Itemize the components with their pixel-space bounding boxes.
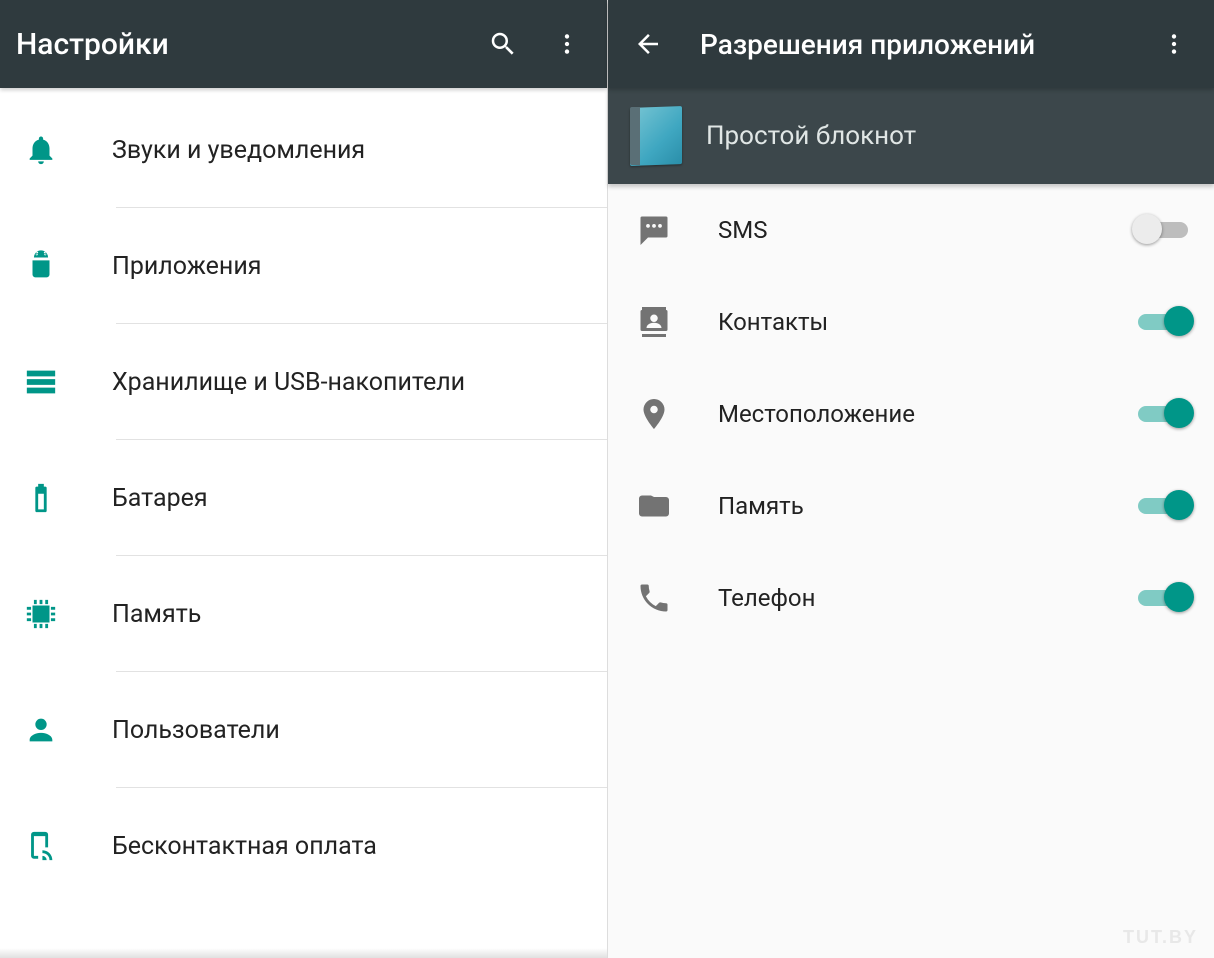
permission-label: Телефон: [690, 584, 1134, 612]
location-icon: [636, 396, 672, 432]
user-icon: [24, 713, 58, 747]
permission-label: Местоположение: [690, 400, 1134, 428]
settings-item-label: Хранилище и USB-накопители: [80, 368, 587, 397]
permissions-list: SMS Контакты Местоположение Память Т: [608, 184, 1214, 958]
permission-item-location[interactable]: Местоположение: [608, 368, 1214, 460]
settings-appbar: Настройки: [0, 0, 607, 88]
permission-item-phone[interactable]: Телефон: [608, 552, 1214, 644]
settings-item-label: Приложения: [80, 252, 587, 281]
permission-label: SMS: [690, 216, 1134, 244]
battery-icon: [24, 481, 58, 515]
settings-list: Звуки и уведомления Приложения Хранилище…: [0, 88, 607, 958]
permission-label: Память: [690, 492, 1134, 520]
settings-item-nfc[interactable]: Бесконтактная оплата: [0, 788, 607, 904]
permission-item-contacts[interactable]: Контакты: [608, 276, 1214, 368]
permission-toggle-sms[interactable]: [1134, 217, 1192, 243]
permission-toggle-phone[interactable]: [1134, 585, 1192, 611]
contacts-icon: [636, 304, 672, 340]
search-button[interactable]: [479, 20, 527, 68]
overflow-menu-button[interactable]: [543, 20, 591, 68]
permission-toggle-location[interactable]: [1134, 401, 1192, 427]
permission-label: Контакты: [690, 308, 1134, 336]
bell-icon: [24, 133, 58, 167]
permissions-title: Разрешения приложений: [696, 28, 1134, 61]
settings-item-sounds[interactable]: Звуки и уведомления: [0, 92, 607, 208]
settings-item-apps[interactable]: Приложения: [0, 208, 607, 324]
app-icon: [630, 107, 682, 165]
list-bottom-shadow: [0, 948, 607, 958]
memory-icon: [24, 597, 58, 631]
permissions-pane: Разрешения приложений Простой блокнот SM…: [607, 0, 1214, 958]
sms-icon: [636, 212, 672, 248]
settings-item-label: Бесконтактная оплата: [80, 832, 587, 861]
settings-item-memory[interactable]: Память: [0, 556, 607, 672]
settings-title: Настройки: [16, 27, 463, 62]
settings-item-label: Звуки и уведомления: [80, 136, 587, 165]
permissions-appbar: Разрешения приложений: [608, 0, 1214, 88]
permission-item-sms[interactable]: SMS: [608, 184, 1214, 276]
tap-and-play-icon: [24, 829, 58, 863]
settings-item-users[interactable]: Пользователи: [0, 672, 607, 788]
settings-item-label: Память: [80, 600, 587, 629]
settings-item-storage[interactable]: Хранилище и USB-накопители: [0, 324, 607, 440]
more-vert-icon: [1161, 31, 1187, 57]
permission-item-storage[interactable]: Память: [608, 460, 1214, 552]
permission-toggle-contacts[interactable]: [1134, 309, 1192, 335]
android-icon: [24, 249, 58, 283]
storage-icon: [24, 365, 58, 399]
arrow-back-icon: [633, 29, 663, 59]
settings-item-label: Пользователи: [80, 716, 587, 745]
settings-pane: Настройки Звуки и уведомления Приложения: [0, 0, 607, 958]
phone-icon: [636, 580, 672, 616]
folder-icon: [636, 488, 672, 524]
app-name: Простой блокнот: [706, 121, 916, 151]
app-header: Простой блокнот: [608, 88, 1214, 184]
settings-item-battery[interactable]: Батарея: [0, 440, 607, 556]
overflow-menu-button[interactable]: [1150, 20, 1198, 68]
settings-item-label: Батарея: [80, 484, 587, 513]
permission-toggle-storage[interactable]: [1134, 493, 1192, 519]
back-button[interactable]: [624, 20, 672, 68]
more-vert-icon: [554, 31, 580, 57]
search-icon: [488, 29, 518, 59]
